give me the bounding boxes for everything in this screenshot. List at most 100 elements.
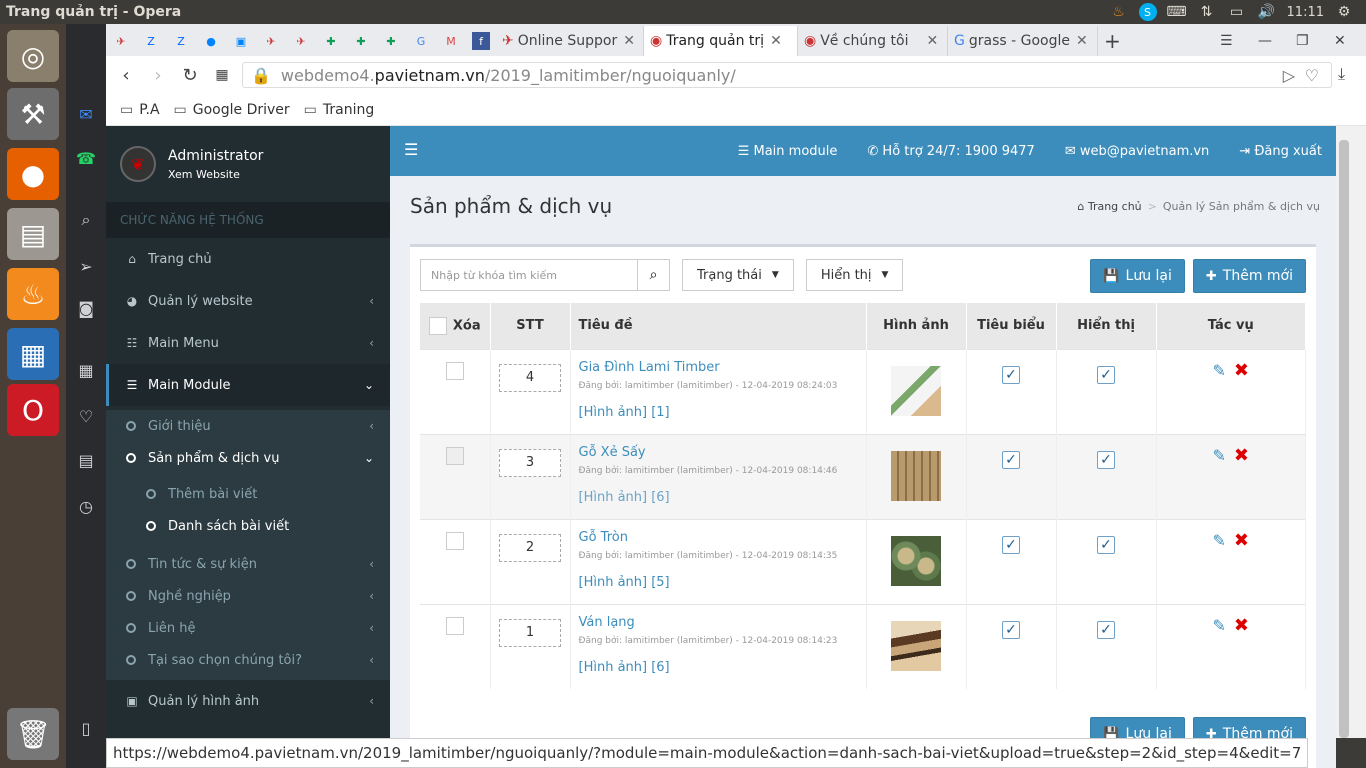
reload-icon[interactable]: ↻ bbox=[174, 65, 206, 86]
select-all-checkbox[interactable] bbox=[428, 316, 447, 335]
post-thumbnail[interactable] bbox=[891, 450, 941, 501]
delete-icon[interactable]: ✖ bbox=[1234, 360, 1249, 381]
sidebar-toggle-icon[interactable]: ▯ bbox=[74, 716, 98, 740]
send-to-flow-icon[interactable]: ▷ bbox=[1283, 66, 1295, 85]
tab-grass-google[interactable]: Ggrass - Google ✕ bbox=[948, 26, 1098, 56]
submenu-item-nghe-nghiep[interactable]: Nghề nghiệp ‹ bbox=[106, 580, 390, 612]
close-icon[interactable]: ✕ bbox=[926, 33, 938, 49]
download-icon[interactable]: ⤓ bbox=[1338, 64, 1345, 84]
visible-checkbox[interactable]: ✓ bbox=[1097, 450, 1115, 469]
header-main-module[interactable]: ☰ Main module bbox=[738, 144, 838, 159]
add-new-button[interactable]: ✚ Thêm mới bbox=[1192, 259, 1306, 293]
sheets-icon[interactable]: ✚ bbox=[346, 26, 376, 56]
status-filter-select[interactable]: Trạng thái ▼ bbox=[682, 259, 794, 291]
pinned-tab-icon[interactable]: ✈ bbox=[256, 26, 286, 56]
minimize-icon[interactable]: — bbox=[1252, 26, 1290, 56]
post-thumbnail[interactable] bbox=[891, 535, 941, 586]
chat-icon[interactable]: ▣ bbox=[226, 26, 256, 56]
featured-checkbox[interactable]: ✓ bbox=[1002, 365, 1020, 384]
back-icon[interactable]: ‹ bbox=[110, 65, 142, 86]
logout-link[interactable]: ⇥ Đăng xuất bbox=[1239, 144, 1322, 159]
delete-icon[interactable]: ✖ bbox=[1234, 530, 1249, 551]
visible-checkbox[interactable]: ✓ bbox=[1097, 620, 1115, 639]
flame-icon[interactable]: ♨ bbox=[1109, 4, 1129, 20]
post-title-link[interactable]: Gỗ Tròn bbox=[579, 530, 866, 545]
visible-checkbox[interactable]: ✓ bbox=[1097, 535, 1115, 554]
sheets-icon[interactable]: ✚ bbox=[376, 26, 406, 56]
post-images-link[interactable]: [Hình ảnh] [6] bbox=[579, 660, 866, 675]
send-icon[interactable]: ➢ bbox=[74, 254, 98, 278]
window-close-icon[interactable]: ✕ bbox=[1328, 26, 1366, 56]
header-support[interactable]: ✆ Hỗ trợ 24/7: 1900 9477 bbox=[867, 144, 1034, 159]
post-images-link[interactable]: [Hình ảnh] [6] bbox=[579, 490, 866, 505]
edit-icon[interactable]: ✎ bbox=[1213, 361, 1226, 380]
sidebar-item-home[interactable]: ⌂ Trang chủ bbox=[106, 238, 390, 280]
submenu-item-tai-sao[interactable]: Tại sao chọn chúng tôi? ‹ bbox=[106, 644, 390, 680]
search-icon[interactable]: ⌕ bbox=[74, 208, 98, 232]
submenu-item-san-pham[interactable]: Sản phẩm & dịch vụ ⌄ bbox=[106, 442, 390, 474]
network-icon[interactable]: ⇅ bbox=[1197, 4, 1217, 20]
tab-menu-icon[interactable]: ☰ bbox=[1214, 26, 1252, 56]
zalo-icon[interactable]: Z bbox=[166, 26, 196, 56]
history-icon[interactable]: ◷ bbox=[74, 494, 98, 518]
firefox-icon[interactable]: ● bbox=[7, 148, 59, 200]
clock[interactable]: 11:11 bbox=[1287, 5, 1324, 20]
display-filter-select[interactable]: Hiển thị ▼ bbox=[805, 259, 904, 291]
col-visible[interactable]: Hiển thị bbox=[1056, 303, 1157, 349]
gear-icon[interactable]: ⚙ bbox=[1334, 4, 1354, 20]
breadcrumb-home[interactable]: Trang chủ bbox=[1088, 200, 1142, 213]
col-stt[interactable]: STT bbox=[490, 303, 571, 349]
bookmark-heart-icon[interactable]: ♡ bbox=[1305, 66, 1319, 85]
heart-icon[interactable]: ♡ bbox=[74, 404, 98, 428]
post-images-link[interactable]: [Hình ảnh] [5] bbox=[579, 575, 866, 590]
featured-checkbox[interactable]: ✓ bbox=[1002, 450, 1020, 469]
zalo-icon[interactable]: Z bbox=[136, 26, 166, 56]
submenu-item-danh-sach-bai-viet[interactable]: Danh sách bài viết bbox=[106, 510, 390, 542]
row-delete-checkbox[interactable] bbox=[445, 616, 464, 635]
submenu-item-gioi-thieu[interactable]: Giới thiệu ‹ bbox=[106, 410, 390, 442]
forward-icon[interactable]: › bbox=[142, 65, 174, 86]
post-title-link[interactable]: Gỗ Xẻ Sấy bbox=[579, 445, 866, 460]
delete-icon[interactable]: ✖ bbox=[1234, 445, 1249, 466]
edit-icon[interactable]: ✎ bbox=[1213, 616, 1226, 635]
settings-tools-icon[interactable]: ⚒ bbox=[7, 88, 59, 140]
opera-icon[interactable]: O bbox=[7, 384, 59, 436]
scrollbar-thumb[interactable] bbox=[1339, 140, 1349, 738]
post-thumbnail[interactable] bbox=[891, 365, 941, 416]
edit-icon[interactable]: ✎ bbox=[1213, 531, 1226, 550]
translate-icon[interactable]: G bbox=[406, 26, 436, 56]
visible-checkbox[interactable]: ✓ bbox=[1097, 365, 1115, 384]
news-icon[interactable]: ▤ bbox=[74, 448, 98, 472]
file-manager-icon[interactable]: ▤ bbox=[7, 208, 59, 260]
sidebar-item-main-menu[interactable]: ☷ Main Menu ‹ bbox=[106, 322, 390, 364]
post-images-link[interactable]: [Hình ảnh] [1] bbox=[579, 405, 866, 420]
submenu-item-lien-he[interactable]: Liên hệ ‹ bbox=[106, 612, 390, 644]
edit-icon[interactable]: ✎ bbox=[1213, 446, 1226, 465]
tab-ve-chung-toi[interactable]: ◉ Về chúng tôi ✕ bbox=[798, 26, 948, 56]
post-thumbnail[interactable] bbox=[891, 620, 941, 671]
bookmark-folder-pa[interactable]: P.A bbox=[120, 102, 159, 118]
view-website-link[interactable]: Xem Website bbox=[168, 168, 263, 181]
sheets-icon[interactable]: ✚ bbox=[316, 26, 346, 56]
new-tab-button[interactable]: + bbox=[1098, 26, 1127, 56]
featured-checkbox[interactable]: ✓ bbox=[1002, 620, 1020, 639]
whatsapp-icon[interactable]: ☎ bbox=[74, 146, 98, 170]
pinned-tab-icon[interactable]: ✈ bbox=[106, 26, 136, 56]
facebook-icon[interactable]: f bbox=[472, 32, 490, 50]
close-icon[interactable]: ✕ bbox=[770, 33, 782, 49]
col-title[interactable]: Tiêu đề bbox=[570, 303, 867, 349]
stt-input[interactable]: 3 bbox=[499, 448, 561, 477]
camera-icon[interactable]: ◙ bbox=[74, 296, 98, 320]
close-icon[interactable]: ✕ bbox=[623, 33, 635, 49]
messenger-icon[interactable]: ✉ bbox=[74, 102, 98, 126]
bookmark-folder-traning[interactable]: Traning bbox=[304, 102, 374, 118]
row-delete-checkbox[interactable] bbox=[445, 446, 464, 465]
skype-icon[interactable]: S bbox=[1138, 3, 1157, 21]
chat-icon[interactable]: ● bbox=[196, 26, 226, 56]
featured-checkbox[interactable]: ✓ bbox=[1002, 535, 1020, 554]
search-button[interactable]: ⌕ bbox=[637, 260, 669, 290]
bookmark-folder-google-driver[interactable]: Google Driver bbox=[174, 102, 290, 118]
delete-icon[interactable]: ✖ bbox=[1234, 615, 1249, 636]
post-title-link[interactable]: Ván lạng bbox=[579, 615, 866, 630]
submenu-item-them-bai-viet[interactable]: Thêm bài viết bbox=[106, 478, 390, 510]
